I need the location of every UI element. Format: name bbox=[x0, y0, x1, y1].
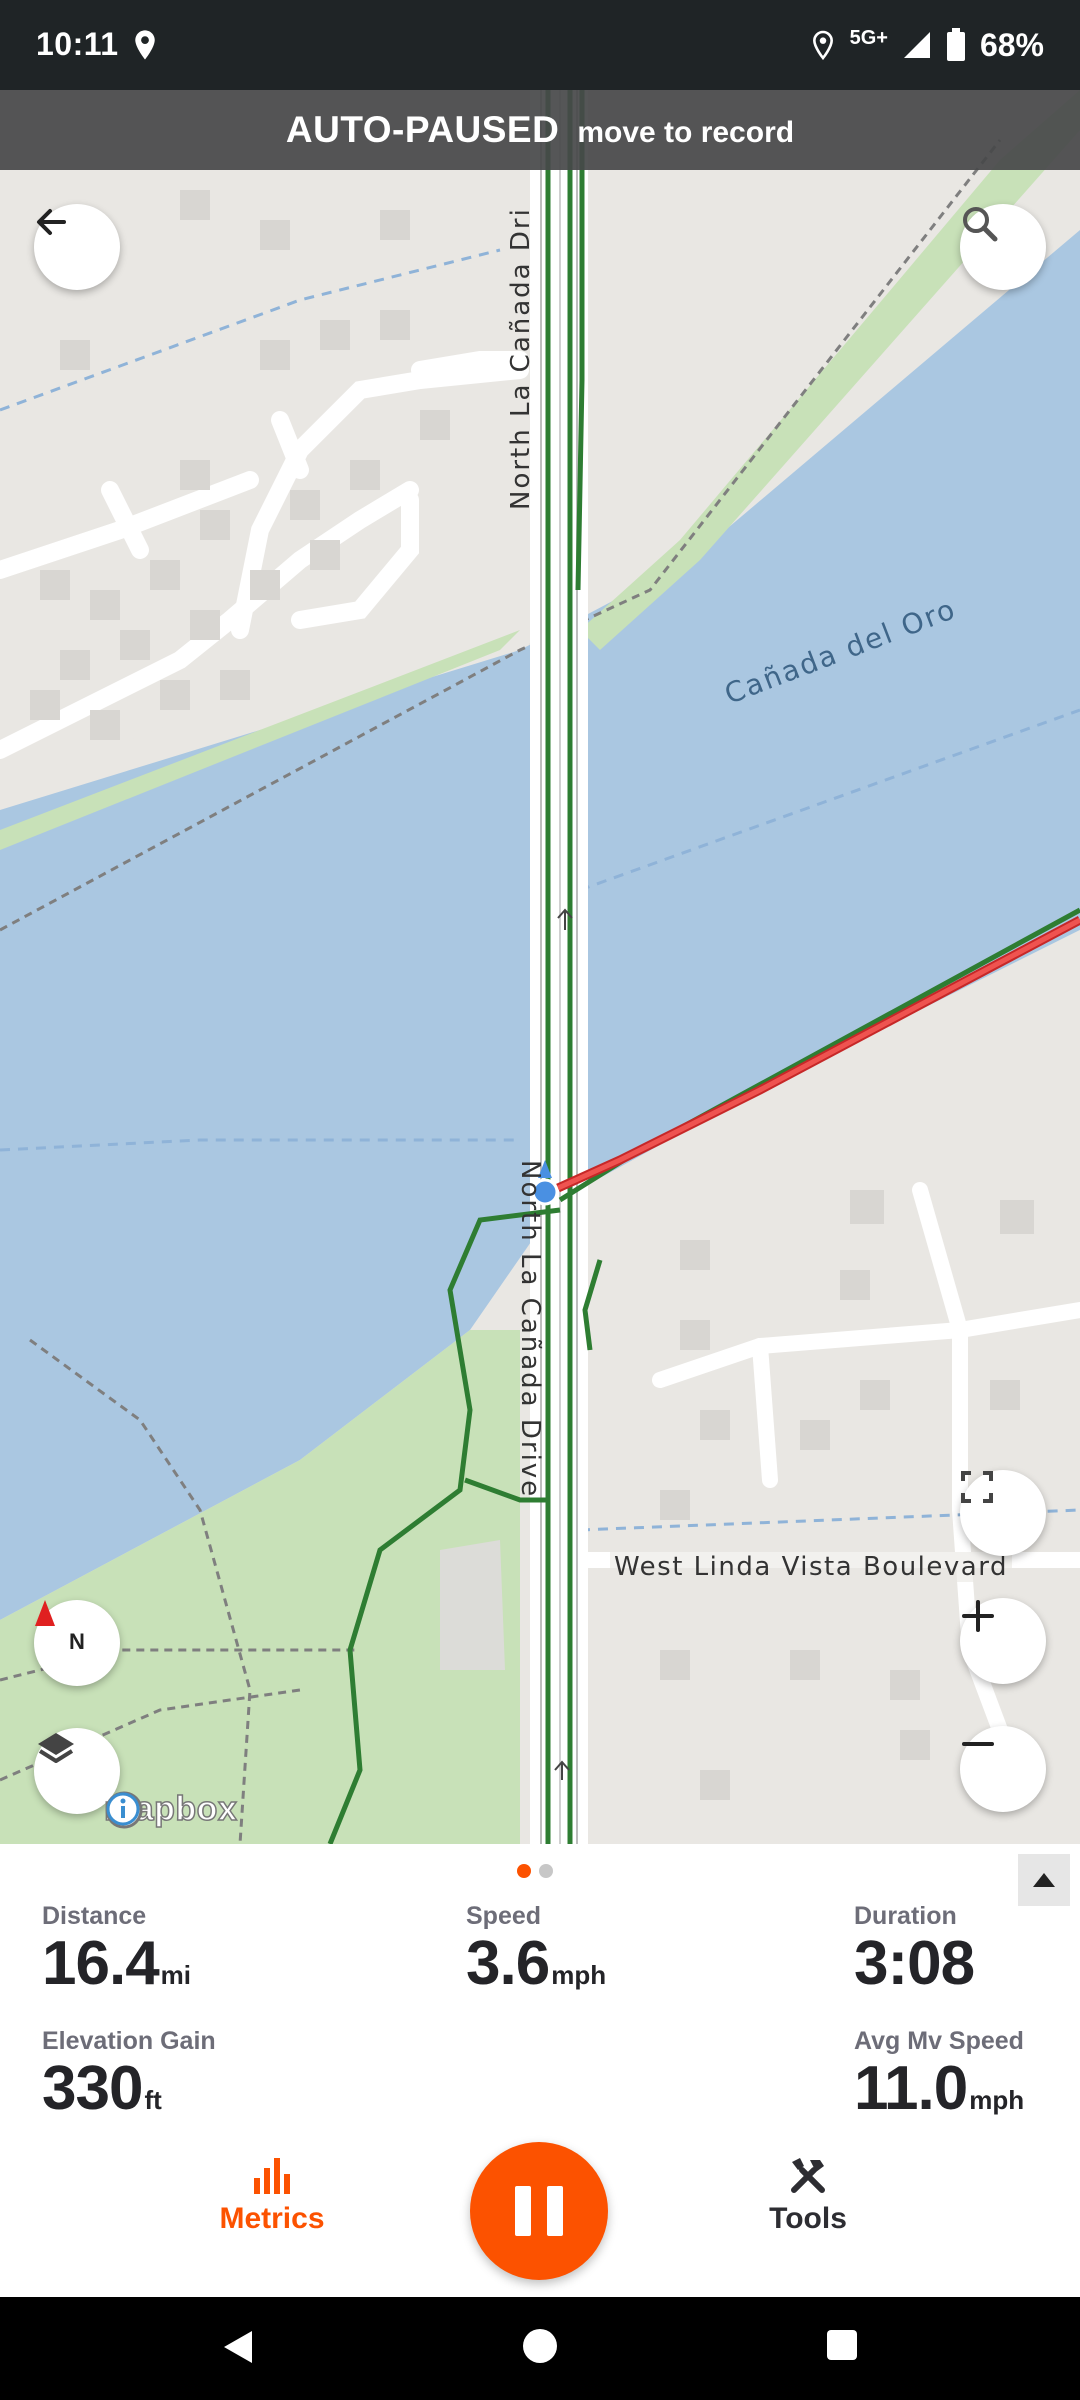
expand-panel-button[interactable] bbox=[1018, 1854, 1070, 1906]
mapbox-attribution: mapbox bbox=[103, 1789, 237, 1829]
search-icon bbox=[963, 207, 998, 242]
metric-label: Avg Mv Speed bbox=[854, 2027, 1024, 2055]
metric-label: Speed bbox=[466, 1902, 542, 1930]
metric-unit: mi bbox=[160, 1960, 192, 1990]
tab-label: Tools bbox=[769, 2202, 847, 2235]
banner-title: AUTO-PAUSED bbox=[285, 109, 560, 150]
road-label: West Linda Vista Boulevard bbox=[610, 1552, 1012, 1582]
tools-icon bbox=[791, 2158, 825, 2193]
tab-metrics[interactable]: Metrics bbox=[208, 2154, 336, 2236]
metric-value: 330ft bbox=[42, 2054, 162, 2123]
pause-icon bbox=[515, 2186, 531, 2236]
zoom-in-button[interactable] bbox=[960, 1598, 1046, 1684]
metrics-panel: Distance 16.4mi Speed 3.6mph Duration 3:… bbox=[0, 1844, 1080, 2297]
battery-icon bbox=[946, 28, 965, 61]
fullscreen-button[interactable] bbox=[960, 1470, 1046, 1556]
signal-icon bbox=[903, 32, 930, 58]
status-time: 10:11 bbox=[36, 26, 119, 62]
system-navigation-bar bbox=[0, 2297, 1080, 2400]
arrow-left-icon bbox=[37, 209, 66, 235]
pause-button[interactable] bbox=[470, 2142, 608, 2280]
compass-arrow-icon bbox=[35, 1600, 55, 1626]
minus-icon bbox=[962, 1742, 994, 1746]
back-button[interactable] bbox=[34, 204, 120, 290]
page-dot bbox=[539, 1864, 553, 1878]
tab-tools[interactable]: Tools bbox=[744, 2154, 872, 2236]
layers-icon bbox=[38, 1733, 74, 1763]
status-bar: 10:11 5G+ 68% bbox=[0, 0, 1080, 90]
back-nav-icon[interactable] bbox=[218, 2327, 258, 2367]
metric-value: 11.0mph bbox=[854, 2054, 1025, 2123]
zoom-out-button[interactable] bbox=[960, 1726, 1046, 1812]
metric-label: Distance bbox=[42, 1902, 147, 1930]
network-type: 5G+ bbox=[849, 26, 888, 49]
location-pin-icon bbox=[135, 30, 155, 60]
compass-button[interactable]: N bbox=[34, 1600, 120, 1686]
battery-percent: 68% bbox=[979, 26, 1044, 63]
metric-unit: ft bbox=[144, 2085, 162, 2115]
metric-speed: Speed 3.6mph bbox=[466, 1902, 606, 1996]
metric-avg-moving-speed: Avg Mv Speed 11.0mph bbox=[854, 2027, 1024, 2121]
bar-chart-icon bbox=[254, 2158, 290, 2194]
page-dot-active bbox=[517, 1864, 531, 1878]
road-label: North La Cañada Drive bbox=[515, 1160, 545, 1499]
auto-pause-banner: AUTO-PAUSED move to record bbox=[0, 90, 1080, 170]
plus-icon bbox=[962, 1600, 994, 1632]
metric-value: 3.6mph bbox=[466, 1929, 607, 1998]
road-label: North La Cañada Dri bbox=[506, 207, 536, 510]
page-indicator bbox=[517, 1864, 553, 1878]
metric-elevation-gain: Elevation Gain 330ft bbox=[42, 2027, 216, 2121]
location-icon bbox=[812, 30, 833, 61]
status-indicators: 5G+ 68% bbox=[810, 22, 1044, 68]
info-icon[interactable] bbox=[104, 1790, 142, 1828]
metric-value: 3:08 bbox=[854, 1929, 975, 1998]
map-view[interactable]: North La Cañada Dri North La Cañada Driv… bbox=[0, 90, 1080, 1844]
metric-label: Elevation Gain bbox=[42, 2027, 216, 2055]
metric-label: Duration bbox=[854, 1902, 957, 1930]
tab-label: Metrics bbox=[219, 2202, 325, 2235]
compass-label: N bbox=[69, 1629, 85, 1654]
search-button[interactable] bbox=[960, 204, 1046, 290]
metric-duration: Duration 3:08 bbox=[854, 1902, 975, 1998]
home-nav-icon[interactable] bbox=[521, 2327, 559, 2365]
metric-unit: mph bbox=[551, 1960, 607, 1990]
banner-subtitle: move to record bbox=[577, 116, 795, 149]
metric-distance: Distance 16.4mi bbox=[42, 1902, 191, 1996]
caret-up-icon bbox=[1033, 1873, 1055, 1887]
recents-nav-icon[interactable] bbox=[824, 2327, 860, 2363]
metric-value: 16.4mi bbox=[42, 1929, 192, 1998]
fullscreen-icon bbox=[961, 1471, 993, 1503]
metric-unit: mph bbox=[969, 2085, 1025, 2115]
